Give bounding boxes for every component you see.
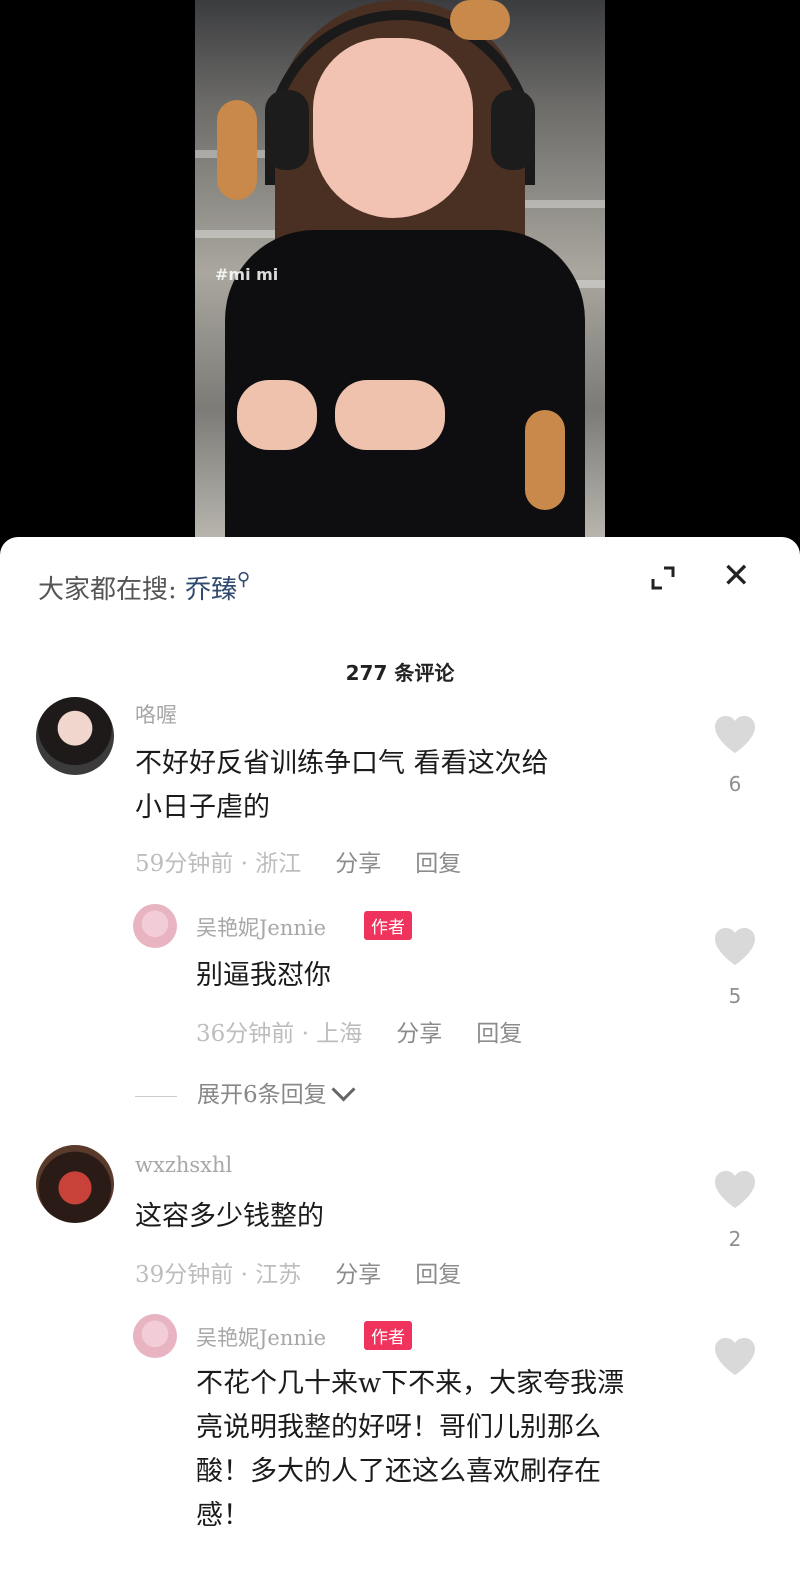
close-icon[interactable]: ✕ bbox=[722, 559, 751, 593]
expand-icon[interactable] bbox=[650, 565, 676, 591]
comment-meta: 39分钟前 · 江苏 分享 回复 bbox=[135, 1262, 462, 1288]
video-player[interactable]: #mi mi bbox=[0, 0, 800, 560]
headphone-right-cup bbox=[491, 90, 535, 170]
reply-time: 36分钟前 bbox=[196, 1021, 295, 1047]
comment-meta: 59分钟前 · 浙江 分享 回复 bbox=[135, 851, 462, 877]
person-face bbox=[313, 38, 473, 218]
reply-meta: 36分钟前 · 上海 分享 回复 bbox=[196, 1021, 523, 1047]
heart-icon[interactable] bbox=[713, 1337, 757, 1377]
person-fist-left bbox=[237, 380, 317, 450]
author-badge: 作者 bbox=[364, 911, 412, 940]
search-icon: ⚲ bbox=[237, 569, 251, 590]
share-button[interactable]: 分享 bbox=[335, 1262, 381, 1288]
heart-icon[interactable] bbox=[713, 715, 757, 755]
author-badge: 作者 bbox=[364, 1321, 412, 1350]
cat-sticker bbox=[525, 410, 565, 510]
comment-text: 不好好反省训练争口气 看看这次给 小日子虐的 bbox=[135, 748, 549, 823]
comment-text: 这容多少钱整的 bbox=[135, 1201, 324, 1232]
like-count: 6 bbox=[728, 772, 742, 796]
person-fist-right bbox=[335, 380, 445, 450]
heart-icon[interactable] bbox=[713, 927, 757, 967]
reply-item: 吴艳妮Jennie 作者 别逼我怼你 36分钟前 · 上海 分享 回复 5 bbox=[0, 902, 800, 1082]
expand-replies-button[interactable]: 展开6条回复 bbox=[135, 1075, 356, 1109]
comment-username[interactable]: 咯喔 bbox=[135, 699, 177, 729]
like-count: 2 bbox=[728, 1227, 742, 1251]
avatar[interactable] bbox=[133, 904, 177, 948]
trending-search[interactable]: 大家都在搜: 乔臻⚲ bbox=[38, 569, 250, 606]
headphone-left-cup bbox=[265, 90, 309, 170]
comment-count-title: 277 条评论 bbox=[345, 661, 455, 685]
avatar[interactable] bbox=[36, 697, 114, 775]
comment-username[interactable]: wxzhsxhl bbox=[135, 1153, 232, 1177]
trending-search-prefix: 大家都在搜: bbox=[38, 575, 177, 605]
video-frame[interactable]: #mi mi bbox=[195, 0, 605, 545]
video-overlay-tag: #mi mi bbox=[215, 265, 279, 284]
avatar[interactable] bbox=[133, 1314, 177, 1358]
cat-sticker bbox=[217, 100, 257, 200]
reply-button[interactable]: 回复 bbox=[415, 851, 461, 877]
chevron-down-icon bbox=[331, 1077, 356, 1102]
reply-text: 别逼我怼你 bbox=[196, 960, 331, 991]
avatar[interactable] bbox=[36, 1145, 114, 1223]
reply-username[interactable]: 吴艳妮Jennie bbox=[196, 912, 326, 942]
reply-username[interactable]: 吴艳妮Jennie bbox=[196, 1322, 326, 1352]
comment-time: 59分钟前 bbox=[135, 851, 234, 877]
comment-item: wxzhsxhl 这容多少钱整的 39分钟前 · 江苏 分享 回复 2 bbox=[0, 1145, 800, 1305]
heart-icon[interactable] bbox=[713, 1170, 757, 1210]
share-button[interactable]: 分享 bbox=[396, 1021, 442, 1047]
reply-button[interactable]: 回复 bbox=[415, 1262, 461, 1288]
share-button[interactable]: 分享 bbox=[335, 851, 381, 877]
comment-location: 浙江 bbox=[255, 851, 302, 877]
trending-search-term[interactable]: 乔臻 bbox=[185, 575, 237, 605]
comment-sheet: 大家都在搜: 乔臻⚲ ✕ 277 条评论 咯喔 不好好反省训练争口气 看看这次给… bbox=[0, 537, 800, 1596]
cat-sticker bbox=[450, 0, 510, 40]
like-count: 5 bbox=[728, 984, 742, 1008]
comment-item: 咯喔 不好好反省训练争口气 看看这次给 小日子虐的 59分钟前 · 浙江 分享 回复… bbox=[0, 697, 800, 897]
reply-location: 上海 bbox=[316, 1021, 363, 1047]
reply-text: 不花个几十来w下不来，大家夸我漂 亮说明我整的好呀！哥们儿别那么 酸！多大的人了… bbox=[196, 1368, 625, 1531]
reply-button[interactable]: 回复 bbox=[476, 1021, 522, 1047]
comment-time: 39分钟前 bbox=[135, 1262, 234, 1288]
reply-item: 吴艳妮Jennie 作者 不花个几十来w下不来，大家夸我漂 亮说明我整的好呀！哥… bbox=[0, 1312, 800, 1592]
comment-location: 江苏 bbox=[255, 1262, 302, 1288]
